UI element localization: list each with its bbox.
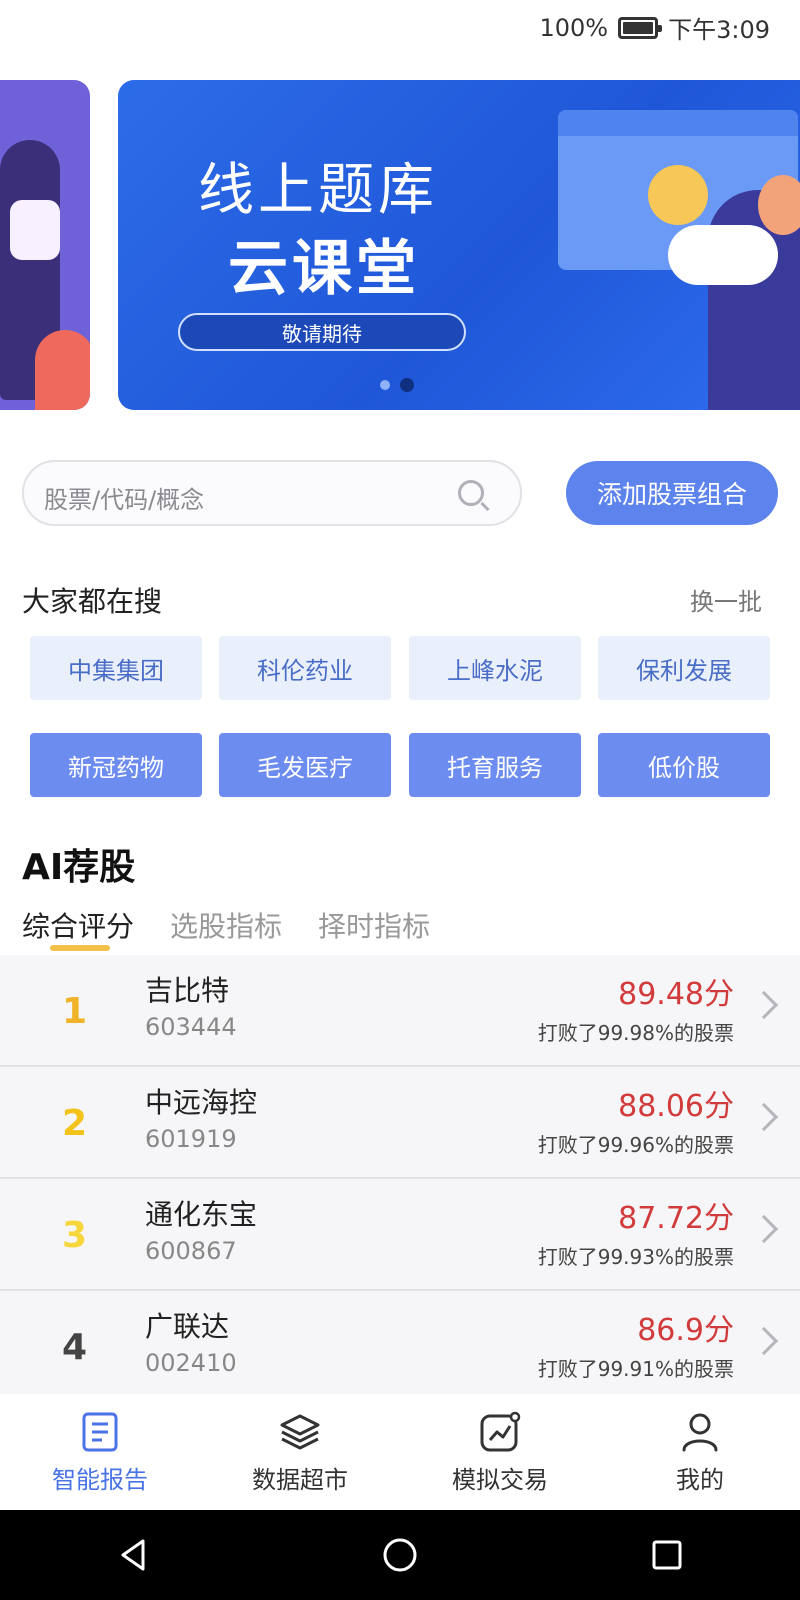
- chevron-right-icon: [749, 990, 779, 1020]
- tab-selection-index[interactable]: 选股指标: [170, 905, 282, 945]
- banner-pill: 敬请期待: [178, 313, 466, 351]
- stock-code: 601919: [145, 1125, 237, 1153]
- hot-search-title: 大家都在搜: [22, 585, 163, 618]
- chevron-right-icon: [749, 1326, 779, 1356]
- hot-tag[interactable]: 低价股: [598, 733, 770, 797]
- add-portfolio-button[interactable]: 添加股票组合: [566, 461, 778, 525]
- stock-score: 87.72分: [618, 1201, 734, 1236]
- stock-rank: 2: [62, 1103, 88, 1144]
- chevron-right-icon: [749, 1214, 779, 1244]
- banner-title-line2: 云课堂: [228, 234, 420, 304]
- user-icon: [682, 1413, 718, 1451]
- clock: 下午3:09: [668, 16, 770, 44]
- stock-beat-percent: 打败了99.91%的股票: [537, 1357, 734, 1381]
- layers-icon: [280, 1414, 320, 1449]
- window-titlebar: [558, 110, 798, 136]
- stock-row[interactable]: 2 中远海控 601919 88.06分 打败了99.96%的股票: [0, 1067, 800, 1179]
- nav-item-data-market[interactable]: 数据超市: [200, 1394, 400, 1510]
- banner-slide[interactable]: 线上题库 云课堂 敬请期待: [118, 80, 800, 410]
- back-icon[interactable]: [113, 1535, 153, 1575]
- search-input[interactable]: 股票/代码/概念: [22, 460, 522, 526]
- tab-composite-score[interactable]: 综合评分: [22, 905, 134, 945]
- stock-name: 吉比特: [145, 974, 230, 1007]
- person-hand-illustration: [668, 225, 778, 285]
- bottom-nav: 智能报告 数据超市 模拟交易 我的: [0, 1394, 800, 1510]
- status-right: 100% 下午3:09: [539, 10, 770, 45]
- stock-code: 600867: [145, 1237, 237, 1265]
- pie-chart-illustration: [648, 165, 708, 225]
- recents-icon[interactable]: [647, 1535, 687, 1575]
- stock-code: 002410: [145, 1349, 237, 1377]
- stock-row[interactable]: 3 通化东宝 600867 87.72分 打败了99.93%的股票: [0, 1179, 800, 1291]
- stock-name: 中远海控: [145, 1086, 258, 1119]
- stock-beat-percent: 打败了99.93%的股票: [537, 1245, 734, 1269]
- stock-score: 86.9分: [637, 1313, 734, 1348]
- carousel-indicator: [380, 378, 414, 392]
- carousel-dot-active[interactable]: [400, 378, 414, 392]
- nav-item-profile[interactable]: 我的: [600, 1394, 800, 1510]
- stock-row[interactable]: 1 吉比特 603444 89.48分 打败了99.98%的股票: [0, 955, 800, 1067]
- nav-label: 数据超市: [252, 1465, 348, 1494]
- banner-illustration: [10, 200, 60, 260]
- hot-tag[interactable]: 上峰水泥: [409, 636, 581, 700]
- hot-tag[interactable]: 托育服务: [409, 733, 581, 797]
- nav-item-smart-report[interactable]: 智能报告: [0, 1394, 200, 1510]
- hot-tag[interactable]: 科伦药业: [219, 636, 391, 700]
- stock-beat-percent: 打败了99.96%的股票: [537, 1133, 734, 1157]
- report-icon: [82, 1412, 118, 1451]
- hot-tag[interactable]: 新冠药物: [30, 733, 202, 797]
- banner-previous-slide[interactable]: [0, 80, 90, 410]
- nav-item-simulated-trading[interactable]: 模拟交易: [400, 1394, 600, 1510]
- chevron-right-icon: [749, 1102, 779, 1132]
- stock-list: 1 吉比特 603444 89.48分 打败了99.98%的股票 2 中远海控 …: [0, 955, 800, 1403]
- ai-tabs: 综合评分 选股指标 择时指标: [22, 905, 430, 945]
- nav-label: 智能报告: [52, 1465, 148, 1494]
- stock-rank: 1: [62, 991, 88, 1032]
- stock-beat-percent: 打败了99.98%的股票: [537, 1021, 734, 1045]
- system-nav-bar: [0, 1510, 800, 1600]
- stock-score: 89.48分: [618, 977, 734, 1012]
- search-placeholder: 股票/代码/概念: [44, 486, 205, 514]
- battery-icon: [618, 16, 663, 39]
- banner-title-line1: 线上题库: [198, 158, 438, 223]
- hot-tag[interactable]: 中集集团: [30, 636, 202, 700]
- stock-code: 603444: [145, 1013, 237, 1041]
- status-bar: 100% 下午3:09: [0, 0, 800, 56]
- ai-section-title: AI荐股: [22, 847, 136, 888]
- carousel-dot[interactable]: [380, 380, 390, 390]
- stock-row[interactable]: 4 广联达 002410 86.9分 打败了99.91%的股票: [0, 1291, 800, 1403]
- person-head-illustration: [758, 175, 800, 235]
- stock-name: 广联达: [145, 1310, 230, 1343]
- hot-tag[interactable]: 保利发展: [598, 636, 770, 700]
- battery-percent: 100%: [539, 13, 609, 42]
- home-icon[interactable]: [380, 1535, 420, 1575]
- stock-rank: 3: [62, 1215, 88, 1256]
- stock-rank: 4: [62, 1327, 88, 1368]
- tab-timing-index[interactable]: 择时指标: [318, 905, 430, 945]
- nav-label: 我的: [676, 1465, 724, 1494]
- stock-score: 88.06分: [618, 1089, 734, 1124]
- trade-chart-icon: [480, 1411, 521, 1451]
- hot-tag[interactable]: 毛发医疗: [219, 733, 391, 797]
- refresh-button[interactable]: 换一批: [690, 582, 762, 617]
- stock-name: 通化东宝: [145, 1198, 258, 1231]
- nav-label: 模拟交易: [452, 1465, 548, 1494]
- search-icon[interactable]: [458, 480, 484, 506]
- banner-illustration: [35, 330, 90, 410]
- active-tab-indicator: [50, 945, 110, 951]
